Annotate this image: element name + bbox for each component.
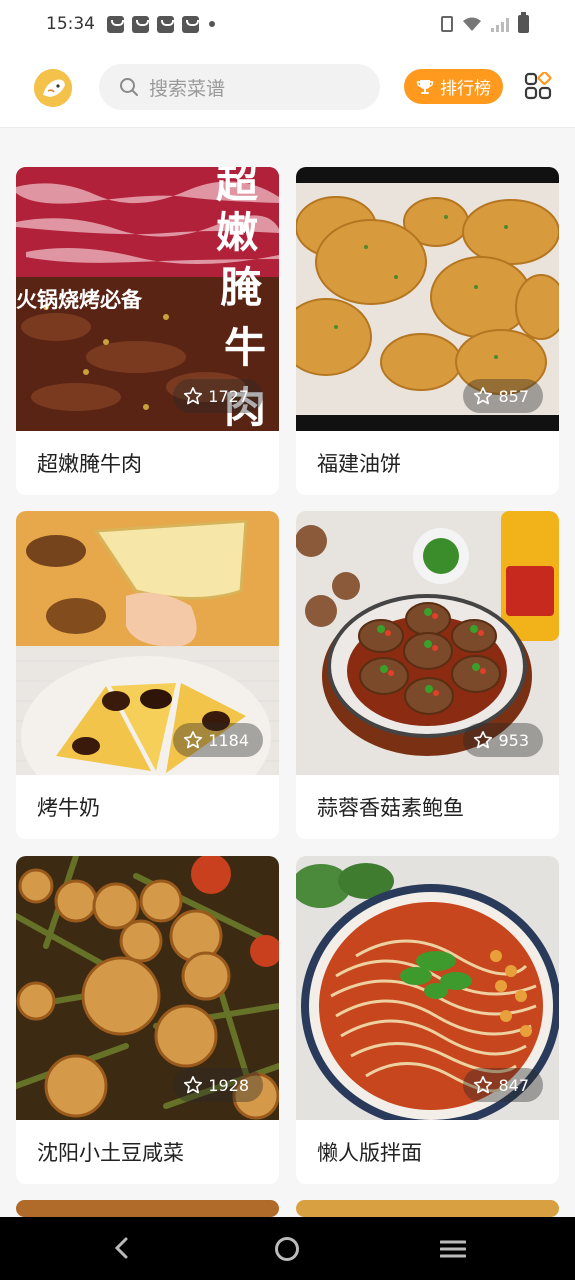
app-header: 搜索菜谱 排行榜 (0, 48, 575, 128)
svg-text:嫩: 嫩 (216, 208, 258, 257)
star-icon (474, 387, 493, 405)
favorite-count: 847 (463, 1068, 543, 1102)
recipe-title: 烤牛奶 (37, 796, 100, 820)
recipe-photo: 953 (296, 511, 559, 775)
vibrate-icon (441, 16, 453, 32)
star-icon (184, 1076, 203, 1094)
trophy-icon (416, 79, 434, 94)
recipe-title: 懒人版拌面 (317, 1141, 422, 1165)
recipe-card[interactable]: 847 懒人版拌面 (296, 856, 559, 1184)
ranking-label: 排行榜 (440, 79, 491, 99)
favorite-count-value: 847 (498, 1075, 529, 1095)
favorite-count: 1184 (173, 723, 263, 757)
status-time: 15:34 (46, 14, 95, 34)
battery-icon (518, 12, 529, 33)
favorite-count: 1727 (173, 379, 263, 413)
favorite-count-value: 1184 (208, 730, 249, 750)
notification-icon (132, 15, 149, 33)
avatar[interactable] (34, 69, 72, 107)
status-bar: 15:34 (0, 0, 575, 48)
system-nav-bar (0, 1217, 575, 1280)
star-icon (474, 1076, 493, 1094)
star-icon (184, 731, 203, 749)
recipe-card[interactable]: 火锅烧烤必备 超 嫩 腌 牛 肉 1727 超嫩腌牛肉 (16, 167, 279, 495)
search-placeholder: 搜索菜谱 (149, 77, 226, 100)
search-input[interactable]: 搜索菜谱 (99, 64, 380, 110)
home-icon[interactable] (275, 1237, 299, 1261)
apps-grid-icon[interactable] (524, 72, 552, 100)
favorite-count: 1928 (173, 1068, 263, 1102)
favorite-count: 953 (463, 723, 543, 757)
favorite-count: 857 (463, 379, 543, 413)
recipe-card[interactable]: 953 蒜蓉香菇素鲍鱼 (296, 511, 559, 839)
recipe-photo: 1184 (16, 511, 279, 775)
favorite-count-value: 953 (498, 730, 529, 750)
favorite-count-value: 857 (498, 386, 529, 406)
recipe-photo: 1928 (16, 856, 279, 1120)
svg-text:腌: 腌 (220, 263, 263, 312)
recipe-card[interactable]: 857 福建油饼 (296, 167, 559, 495)
recipe-photo (16, 1200, 279, 1217)
notification-icon (107, 15, 124, 33)
recipe-card[interactable] (16, 1200, 279, 1217)
search-icon (120, 78, 138, 96)
recipe-title: 沈阳小土豆咸菜 (37, 1141, 184, 1165)
recipe-photo (296, 1200, 559, 1217)
recipe-title: 蒜蓉香菇素鲍鱼 (317, 796, 464, 820)
svg-text:超: 超 (216, 167, 259, 207)
recipe-card[interactable] (296, 1200, 559, 1217)
back-icon[interactable] (111, 1237, 133, 1259)
wifi-icon (463, 17, 481, 31)
star-icon (184, 387, 203, 405)
recipe-card[interactable]: 1928 沈阳小土豆咸菜 (16, 856, 279, 1184)
recipe-photo: 857 (296, 167, 559, 431)
favorite-count-value: 1727 (208, 386, 249, 406)
recipe-photo: 火锅烧烤必备 超 嫩 腌 牛 肉 1727 (16, 167, 279, 431)
ranking-button[interactable]: 排行榜 (404, 69, 503, 104)
recipe-title: 超嫩腌牛肉 (37, 452, 142, 476)
favorite-count-value: 1928 (208, 1075, 249, 1095)
photo-caption: 火锅烧烤必备 (16, 288, 143, 312)
star-icon (474, 731, 493, 749)
menu-icon[interactable] (440, 1239, 466, 1259)
svg-text:牛: 牛 (224, 323, 266, 372)
recipe-card[interactable]: 1184 烤牛奶 (16, 511, 279, 839)
notification-icon (182, 15, 199, 33)
notification-icon (157, 15, 174, 33)
more-notifications-icon (209, 21, 215, 27)
recipe-title: 福建油饼 (317, 452, 401, 476)
signal-icon (491, 17, 509, 32)
recipe-photo: 847 (296, 856, 559, 1120)
